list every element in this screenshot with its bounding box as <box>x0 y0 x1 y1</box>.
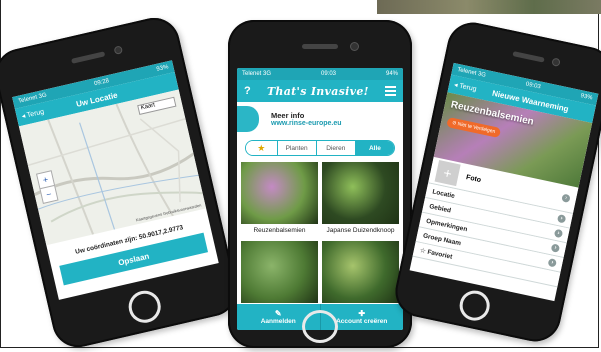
screen-home: Telenet 3G 09:03 94% ? That's Invasive! … <box>237 68 403 330</box>
help-button[interactable]: ? <box>244 85 251 97</box>
speaker-grille <box>71 51 106 64</box>
home-button[interactable] <box>456 287 493 324</box>
tab-animals[interactable]: Dieren <box>316 141 356 155</box>
info-title: Meer info <box>271 111 305 120</box>
chevron-right-icon: › <box>561 193 571 203</box>
home-button[interactable] <box>125 287 164 326</box>
camera-icon: + <box>434 160 461 187</box>
screen-location: Telenet 3G 09:28 93% ◂ Terug Uw Locatie … <box>12 60 219 300</box>
phone-home: Telenet 3G 09:03 94% ? That's Invasive! … <box>228 20 412 348</box>
species-card-japanse-duizendknoop[interactable]: Japanse Duizendknoop <box>322 162 399 238</box>
chevron-right-icon: › <box>556 214 567 224</box>
front-camera <box>551 57 561 67</box>
status-time: 09:03 <box>525 81 542 91</box>
speaker-grille <box>512 51 545 63</box>
hamburger-icon[interactable] <box>384 86 396 96</box>
species-label: Reuzenbalsemien <box>253 227 306 234</box>
species-card[interactable] <box>322 241 399 303</box>
zoom-out-button[interactable]: − <box>41 186 58 203</box>
status-time: 09:03 <box>321 71 337 77</box>
info-link[interactable]: www.rinse-europe.eu <box>271 120 342 127</box>
home-button[interactable] <box>302 310 338 343</box>
warning-label: Niet te Verdelgen <box>456 121 496 136</box>
status-bar: Telenet 3G 09:03 94% <box>237 68 403 80</box>
plus-icon: ✚ <box>358 309 366 318</box>
row-label: Gebied <box>428 202 452 215</box>
create-account-label: Account creëren <box>336 318 388 325</box>
tab-all[interactable]: Alle <box>355 141 394 155</box>
chevron-right-icon: › <box>553 228 564 239</box>
front-camera <box>350 42 359 51</box>
species-photo <box>241 241 318 303</box>
pencil-icon: ✎ <box>274 309 282 318</box>
front-camera <box>113 45 124 55</box>
warning-badge: ⊘ Niet te Verdelgen <box>446 116 502 138</box>
species-photo <box>241 162 318 224</box>
speaker-grille <box>302 44 338 49</box>
screen-observation: Telenet 3G 09:03 93% ◂ Terug Nieuwe Waar… <box>409 62 599 302</box>
rinse-logo-icon <box>237 106 259 132</box>
status-battery: 94% <box>385 71 398 77</box>
filter-tabs: ★ Planten Dieren Alle <box>245 140 395 156</box>
star-icon: ★ <box>257 142 266 153</box>
species-label: Japanse Duizendknoop <box>326 227 395 234</box>
row-label: Locatie <box>431 187 456 200</box>
login-label: Aanmelden <box>260 318 296 325</box>
species-photo <box>322 241 399 303</box>
photo-label: Foto <box>465 173 482 184</box>
app-header: ? That's Invasive! <box>237 80 403 102</box>
background-photo-strip <box>377 0 601 14</box>
info-banner[interactable]: Meer info www.rinse-europe.eu <box>237 102 403 136</box>
chevron-right-icon: › <box>550 243 561 253</box>
species-photo <box>322 162 399 224</box>
row-label: Favoriet <box>426 248 453 261</box>
species-grid: Reuzenbalsemien Japanse Duizendknoop <box>237 162 403 303</box>
tab-plants[interactable]: Planten <box>277 141 317 155</box>
species-card-reuzenbalsemien[interactable]: Reuzenbalsemien <box>241 162 318 238</box>
status-carrier: Telenet 3G <box>242 71 272 77</box>
tab-favorites[interactable]: ★ <box>246 141 278 155</box>
species-card[interactable] <box>241 241 318 303</box>
app-logo: That's Invasive! <box>266 84 369 98</box>
chevron-right-icon: › <box>547 258 557 268</box>
status-time: 09:28 <box>93 78 110 88</box>
status-battery: 93% <box>579 93 593 102</box>
status-battery: 93% <box>156 64 170 73</box>
